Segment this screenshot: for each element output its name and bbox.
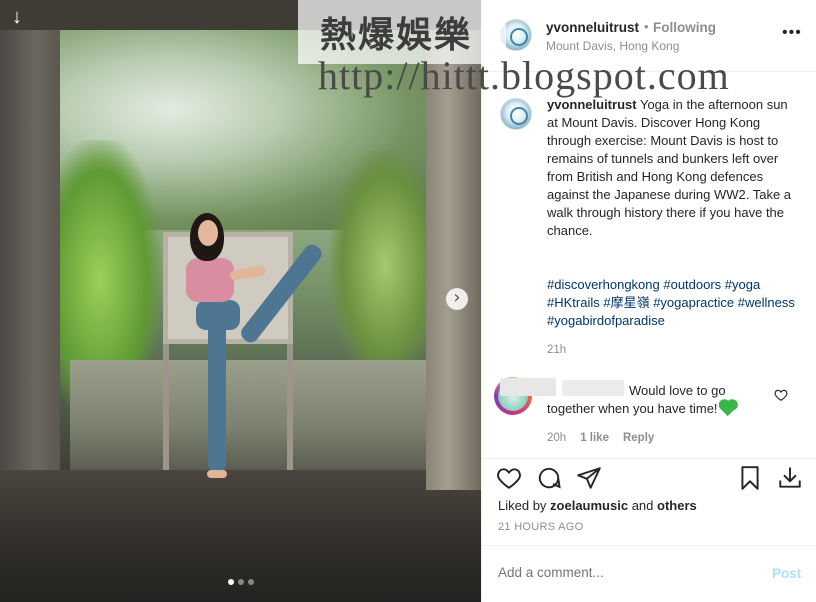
caption-timestamp[interactable]: 21h bbox=[547, 344, 566, 356]
green-heart-icon bbox=[719, 400, 736, 417]
comment-time[interactable]: 20h bbox=[547, 432, 566, 444]
comment-meta: 20h 1 like Reply bbox=[547, 432, 654, 444]
next-slide-button[interactable]: › bbox=[446, 288, 468, 310]
right-plants bbox=[330, 150, 440, 380]
carousel-dot bbox=[248, 579, 254, 585]
heart-icon[interactable] bbox=[496, 465, 522, 491]
figure-face bbox=[198, 220, 218, 246]
download-arrow-icon[interactable]: ↓ bbox=[6, 6, 28, 28]
liked-by-and: and bbox=[631, 498, 654, 513]
liked-by-user[interactable]: zoelaumusic bbox=[550, 498, 628, 513]
action-bar bbox=[482, 458, 816, 496]
following-button[interactable]: Following bbox=[653, 20, 716, 35]
tunnel-wall-left bbox=[0, 0, 60, 470]
carousel-dots bbox=[228, 579, 254, 585]
post-caption: yvonneluitrust Yoga in the afternoon sun… bbox=[547, 96, 799, 240]
caption-avatar[interactable] bbox=[500, 98, 532, 130]
download-icon[interactable] bbox=[777, 465, 803, 491]
concrete-bunker-wall bbox=[70, 360, 430, 470]
comment-text: Would love to go together when you have … bbox=[547, 382, 767, 418]
comment-icon[interactable] bbox=[536, 465, 562, 491]
more-horizontal-icon[interactable]: ••• bbox=[782, 24, 802, 42]
add-comment-input[interactable] bbox=[498, 565, 748, 580]
sign-post-left bbox=[163, 344, 169, 474]
paper-plane-icon[interactable] bbox=[576, 465, 602, 491]
location-link[interactable]: Mount Davis, Hong Kong bbox=[546, 39, 679, 53]
watermark-url: http://hittt.blogspot.com bbox=[318, 53, 730, 98]
liked-by: Liked by zoelaumusic and others bbox=[498, 498, 697, 513]
caption-text: Yoga in the afternoon sun at Mount Davis… bbox=[547, 97, 792, 238]
post-comment-button[interactable]: Post bbox=[772, 566, 801, 581]
figure-foot bbox=[207, 470, 227, 478]
post-timestamp[interactable]: 21 HOURS AGO bbox=[498, 521, 584, 533]
figure-hips bbox=[196, 300, 240, 330]
bookmark-icon[interactable] bbox=[737, 465, 763, 491]
header-username[interactable]: yvonneluitrust bbox=[546, 20, 639, 35]
carousel-dot-active bbox=[228, 579, 234, 585]
add-comment-bar: Post bbox=[482, 545, 816, 602]
watermark-chinese: 熱爆娛樂 bbox=[320, 14, 473, 56]
hashtags[interactable]: #discoverhongkong #outdoors #yoga #HKtra… bbox=[547, 276, 799, 330]
liked-by-others[interactable]: others bbox=[657, 498, 697, 513]
comment-heart-icon[interactable] bbox=[774, 388, 788, 402]
sign-post-right bbox=[287, 344, 293, 474]
figure-standing-leg bbox=[208, 322, 226, 472]
reply-button[interactable]: Reply bbox=[623, 432, 654, 444]
comment-body: Would love to go together when you have … bbox=[547, 383, 726, 416]
header-separator: • bbox=[644, 19, 649, 34]
carousel-dot bbox=[238, 579, 244, 585]
comment-likes[interactable]: 1 like bbox=[580, 432, 609, 444]
figure-top bbox=[186, 258, 234, 302]
liked-by-prefix: Liked by bbox=[498, 498, 547, 513]
caption-username[interactable]: yvonneluitrust bbox=[547, 97, 637, 112]
